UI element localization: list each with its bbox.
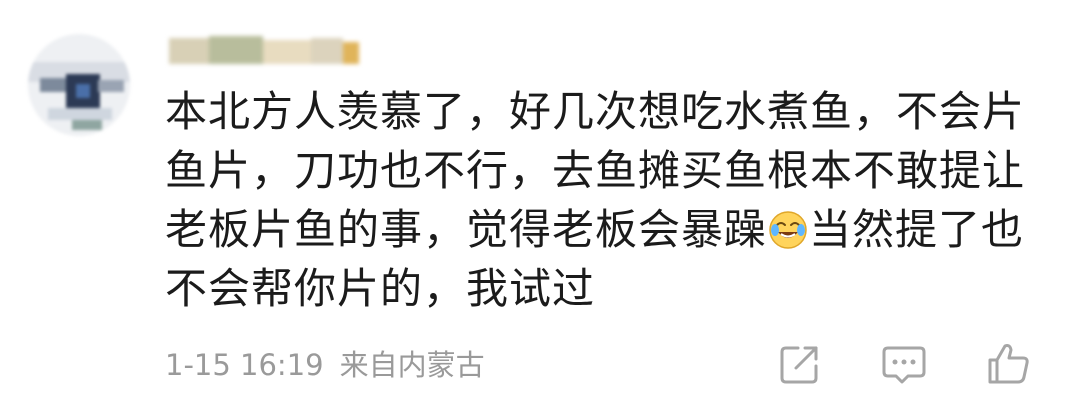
comment-meta: 1-15 16:19 来自内蒙古 xyxy=(165,345,485,385)
thumbs-up-icon xyxy=(988,344,1029,384)
share-icon xyxy=(780,346,818,384)
share-button[interactable] xyxy=(776,340,824,388)
username[interactable] xyxy=(165,30,361,72)
reply-button[interactable] xyxy=(880,340,928,388)
laughing-crying-emoji xyxy=(769,211,807,249)
comment-icon xyxy=(882,346,926,384)
comment-location: 来自内蒙古 xyxy=(339,348,485,382)
avatar[interactable] xyxy=(28,34,130,136)
comment-time: 1-15 16:19 xyxy=(165,348,324,382)
comment-text: 本北方人羡慕了，好几次想吃水煮鱼，不会片鱼片，刀功也不行，去鱼摊买鱼根本不敢提让… xyxy=(165,82,1045,318)
like-button[interactable] xyxy=(984,340,1032,388)
